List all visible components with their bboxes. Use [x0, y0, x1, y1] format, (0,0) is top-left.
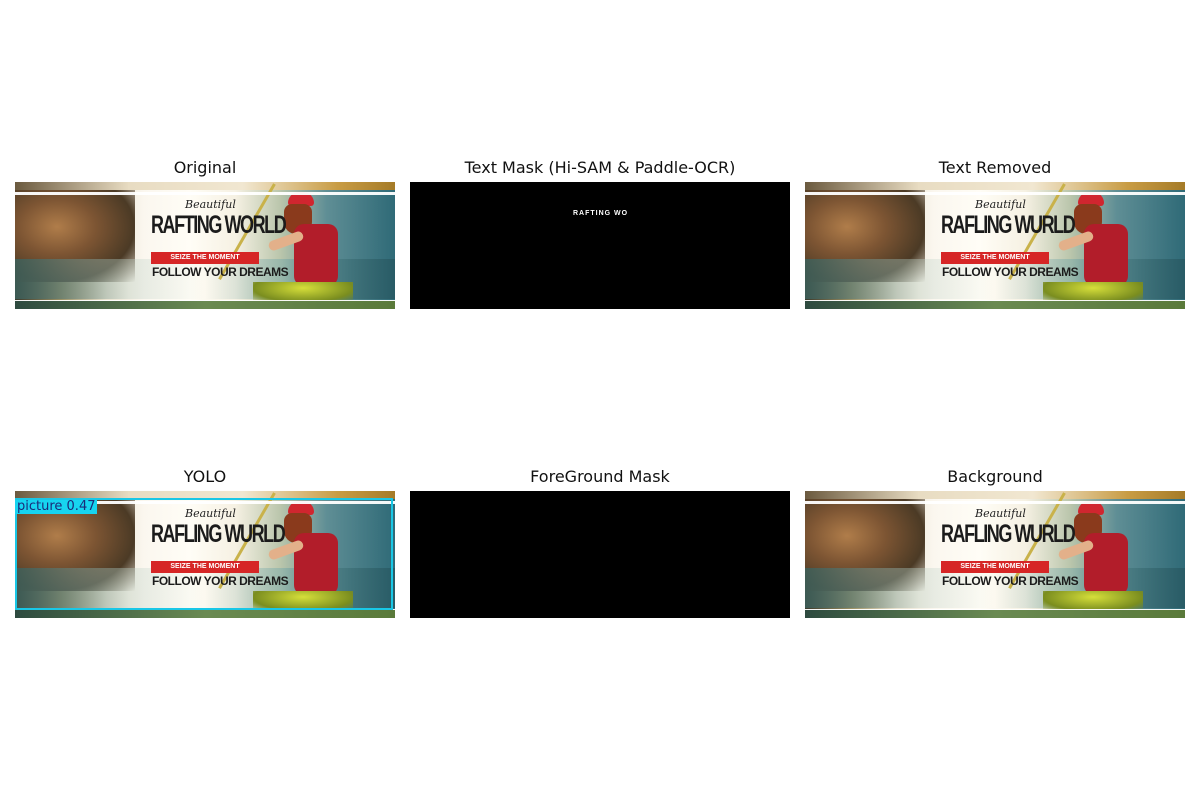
text-removed-image: Beautiful RAFLING WURLD SEIZE THE MOMENT… — [805, 182, 1185, 309]
banner-title-text: RAFLING WURLD — [941, 211, 1076, 239]
banner-title-text: RAFLING WURLD — [941, 520, 1076, 548]
yolo-image: Beautiful RAFLING WURLD SEIZE THE MOMENT… — [15, 491, 395, 618]
yolo-detection-label: picture 0.47 — [15, 499, 98, 514]
banner-top-band — [15, 491, 395, 499]
banner-beautiful-text: Beautiful — [975, 507, 1026, 520]
panel-title-original: Original — [173, 158, 237, 177]
banner-bottom-band — [805, 610, 1185, 618]
banner-follow-text: FOLLOW YOUR DREAMS — [152, 265, 289, 279]
banner-bottom-band — [15, 301, 395, 309]
kayak-shape — [253, 591, 353, 611]
foreground-mask-image — [410, 491, 790, 618]
banner-follow-text: FOLLOW YOUR DREAMS — [942, 265, 1079, 279]
panel-title-background: Background — [947, 467, 1043, 486]
panel-title-foreground-mask: ForeGround Mask — [530, 467, 670, 486]
banner-stripe-top — [805, 501, 1185, 504]
kayak-shape — [1043, 282, 1143, 302]
original-image: Beautiful RAFTING WORLD SEIZE THE MOMENT… — [15, 182, 395, 309]
banner-tagline: SEIZE THE MOMENT — [941, 561, 1049, 573]
banner-beautiful-text: Beautiful — [975, 198, 1026, 211]
banner-bottom-band — [15, 610, 395, 618]
banner-beautiful-text: Beautiful — [185, 198, 236, 211]
banner-bottom-band — [805, 301, 1185, 309]
panel-title-yolo: YOLO — [183, 467, 227, 486]
banner-top-band — [805, 182, 1185, 190]
mask-text-fragment: RAFTING WO — [573, 210, 629, 217]
banner-tagline: SEIZE THE MOMENT — [941, 252, 1049, 264]
banner-tagline: SEIZE THE MOMENT — [151, 561, 259, 573]
panel-title-text-removed: Text Removed — [938, 158, 1052, 177]
panel-title-text-mask: Text Mask (Hi-SAM & Paddle-OCR) — [464, 158, 736, 177]
banner-top-band — [805, 491, 1185, 499]
kayak-shape — [1043, 591, 1143, 611]
banner-tagline: SEIZE THE MOMENT — [151, 252, 259, 264]
banner-stripe-top — [805, 192, 1185, 195]
background-image: Beautiful RAFLING WURLD SEIZE THE MOMENT… — [805, 491, 1185, 618]
banner-stripe-top — [15, 192, 395, 195]
kayak-shape — [253, 282, 353, 302]
banner-title-text: RAFLING WURLD — [151, 520, 286, 548]
banner-follow-text: FOLLOW YOUR DREAMS — [942, 574, 1079, 588]
banner-follow-text: FOLLOW YOUR DREAMS — [152, 574, 289, 588]
text-mask-image: RAFTING WO — [410, 182, 790, 309]
banner-title-text: RAFTING WORLD — [151, 211, 287, 239]
banner-top-band — [15, 182, 395, 190]
banner-beautiful-text: Beautiful — [185, 507, 236, 520]
